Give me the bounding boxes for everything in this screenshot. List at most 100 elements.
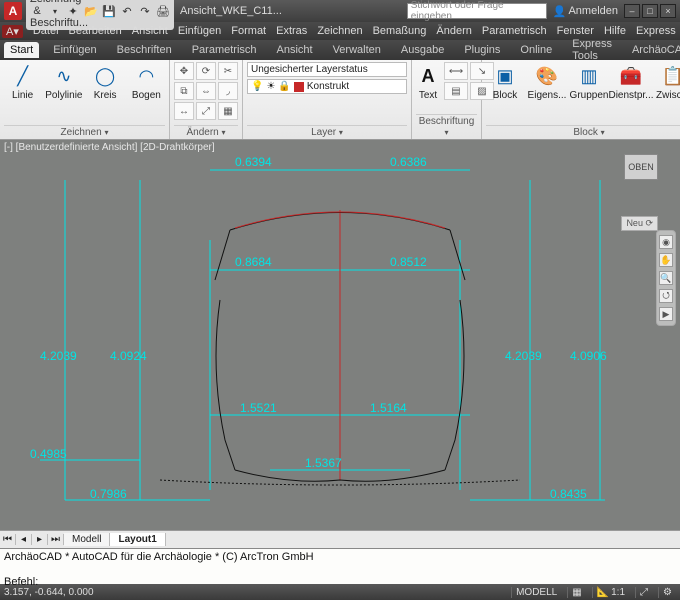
user-icon: 👤 bbox=[553, 5, 567, 18]
dim-h-outer-right: 4.0906 bbox=[570, 349, 607, 363]
stretch-icon[interactable]: ↔ bbox=[174, 102, 194, 120]
panel-aendern: ✥⟳✂ ⧉⇔◞ ↔⤢▦ Ändern ▾ bbox=[170, 60, 243, 139]
tool-groups[interactable]: ▥Gruppen bbox=[570, 62, 608, 101]
menu-datei[interactable]: Datei bbox=[33, 25, 59, 37]
lock-icon: 🔒 bbox=[278, 81, 290, 92]
dim-bl1: 0.4985 bbox=[30, 447, 67, 461]
chevron-down-icon[interactable]: ▾ bbox=[48, 7, 62, 16]
trim-icon[interactable]: ✂ bbox=[218, 62, 238, 80]
drawing-canvas: 0.6394 0.6386 0.8684 0.8512 4.2039 4.092… bbox=[0, 140, 680, 530]
sheet-nav-last[interactable]: ⏭ bbox=[48, 534, 64, 545]
status-bar: 3.157, -0.644, 0.000 MODELL ▦ 📐 1:1 ⤢ ⚙ bbox=[0, 584, 680, 600]
sheet-nav-next[interactable]: ▸ bbox=[32, 534, 48, 545]
tool-polylinie[interactable]: ∿Polylinie bbox=[45, 62, 82, 101]
tab-online[interactable]: Online bbox=[514, 42, 558, 58]
copy-icon[interactable]: ⧉ bbox=[174, 82, 194, 100]
menu-zeichnen[interactable]: Zeichnen bbox=[317, 25, 362, 37]
tab-start[interactable]: Start bbox=[4, 42, 39, 58]
help-search-input[interactable]: Stichwort oder Frage eingeben bbox=[407, 3, 547, 19]
minimize-button[interactable]: – bbox=[624, 4, 640, 18]
command-window[interactable]: ArchäoCAD * AutoCAD für die Archäologie … bbox=[0, 548, 680, 584]
close-button[interactable]: × bbox=[660, 4, 676, 18]
save-icon[interactable]: 💾 bbox=[102, 5, 116, 18]
tab-ansicht[interactable]: Ansicht bbox=[271, 42, 319, 58]
print-icon[interactable]: 🖨 bbox=[156, 5, 170, 18]
app-logo[interactable]: A bbox=[4, 2, 22, 20]
ribbon-tab-bar: Start Einfügen Beschriften Parametrisch … bbox=[0, 40, 680, 60]
tab-archaeocad[interactable]: ArchäoCAD bbox=[626, 42, 680, 58]
block-icon: ▣ bbox=[493, 64, 517, 88]
status-annoscale-icon[interactable]: ⤢ bbox=[635, 587, 652, 598]
rotate-icon[interactable]: ⟳ bbox=[196, 62, 216, 80]
menu-parametrisch[interactable]: Parametrisch bbox=[482, 25, 547, 37]
layer-state-dropdown[interactable]: Ungesicherter Layerstatus bbox=[247, 62, 407, 77]
sheet-tab-layout1[interactable]: Layout1 bbox=[110, 533, 165, 546]
menu-format[interactable]: Format bbox=[231, 25, 266, 37]
menu-extras[interactable]: Extras bbox=[276, 25, 307, 37]
tab-verwalten[interactable]: Verwalten bbox=[327, 42, 387, 58]
tab-einfuegen[interactable]: Einfügen bbox=[47, 42, 102, 58]
tool-utilities[interactable]: 🧰Dienstpr... bbox=[612, 62, 650, 101]
layer-current-dropdown[interactable]: 💡☀🔒 Konstrukt bbox=[247, 79, 407, 94]
dim-bot-small: 1.5367 bbox=[305, 456, 342, 470]
menu-einfuegen[interactable]: Einfügen bbox=[178, 25, 221, 37]
status-coords: 3.157, -0.644, 0.000 bbox=[4, 587, 94, 598]
dimension-icon[interactable]: ⟷ bbox=[444, 62, 468, 80]
status-model-toggle[interactable]: MODELL bbox=[511, 587, 561, 598]
menu-bearbeiten[interactable]: Bearbeiten bbox=[69, 25, 122, 37]
tool-kreis[interactable]: ◯Kreis bbox=[87, 62, 124, 101]
text-icon: A bbox=[416, 64, 440, 88]
tab-plugins[interactable]: Plugins bbox=[458, 42, 506, 58]
tool-clipboard[interactable]: 📋Zwisc... bbox=[654, 62, 680, 101]
document-title: Ansicht_WKE_C11... bbox=[180, 5, 282, 17]
tool-linie[interactable]: ╱Linie bbox=[4, 62, 41, 101]
status-scale[interactable]: 📐 1:1 bbox=[592, 587, 629, 598]
dim-h-inner-right: 4.2039 bbox=[505, 349, 542, 363]
sun-icon: ☀ bbox=[266, 81, 275, 92]
login-button[interactable]: 👤Anmelden bbox=[553, 5, 618, 18]
arc-icon: ◠ bbox=[134, 64, 158, 88]
tab-beschriften[interactable]: Beschriften bbox=[111, 42, 178, 58]
properties-icon: 🎨 bbox=[535, 64, 559, 88]
scale-icon[interactable]: ⤢ bbox=[196, 102, 216, 120]
tab-ausgabe[interactable]: Ausgabe bbox=[395, 42, 450, 58]
app-menu-button[interactable]: A▾ bbox=[2, 25, 23, 38]
utilities-icon: 🧰 bbox=[619, 64, 643, 88]
sheet-tab-bar: ⏮ ◂ ▸ ⏭ Modell Layout1 bbox=[0, 530, 680, 548]
drawing-viewport[interactable]: [-] [Benutzerdefinierte Ansicht] [2D-Dra… bbox=[0, 140, 680, 530]
menu-aendern[interactable]: Ändern bbox=[436, 25, 471, 37]
mirror-icon[interactable]: ⇔ bbox=[196, 82, 216, 100]
panel-beschriftung: AText ⟷↘ ▤▨ Beschriftung ▾ bbox=[412, 60, 482, 139]
tool-properties[interactable]: 🎨Eigens... bbox=[528, 62, 566, 101]
tool-block[interactable]: ▣Block bbox=[486, 62, 524, 101]
dim-mid-left: 0.8684 bbox=[235, 255, 272, 269]
dim-bl2: 0.7986 bbox=[90, 487, 127, 501]
status-gear-icon[interactable]: ⚙ bbox=[658, 587, 676, 598]
table-icon[interactable]: ▤ bbox=[444, 82, 468, 100]
redo-icon[interactable]: ↷ bbox=[138, 5, 152, 18]
sheet-tab-modell[interactable]: Modell bbox=[64, 533, 110, 546]
dim-mid-right: 0.8512 bbox=[390, 255, 427, 269]
status-grid-icon[interactable]: ▦ bbox=[567, 587, 585, 598]
tool-text[interactable]: AText bbox=[416, 62, 440, 101]
tool-bogen[interactable]: ◠Bogen bbox=[128, 62, 165, 101]
sheet-nav-prev[interactable]: ◂ bbox=[16, 534, 32, 545]
open-icon[interactable]: 📂 bbox=[84, 5, 98, 18]
menu-bemassung[interactable]: Bemaßung bbox=[373, 25, 427, 37]
panel-block: ▣Block 🎨Eigens... ▥Gruppen 🧰Dienstpr... … bbox=[482, 60, 680, 139]
move-icon[interactable]: ✥ bbox=[174, 62, 194, 80]
dim-br: 0.8435 bbox=[550, 487, 587, 501]
sheet-nav-first[interactable]: ⏮ bbox=[0, 534, 16, 545]
undo-icon[interactable]: ↶ bbox=[120, 5, 134, 18]
menu-express[interactable]: Express bbox=[636, 25, 676, 37]
fillet-icon[interactable]: ◞ bbox=[218, 82, 238, 100]
array-icon[interactable]: ▦ bbox=[218, 102, 238, 120]
new-icon[interactable]: ✦ bbox=[66, 5, 80, 18]
clipboard-icon: 📋 bbox=[661, 64, 680, 88]
menu-ansicht[interactable]: Ansicht bbox=[132, 25, 168, 37]
panel-zeichnen: ╱Linie ∿Polylinie ◯Kreis ◠Bogen Zeichnen… bbox=[0, 60, 170, 139]
maximize-button[interactable]: □ bbox=[642, 4, 658, 18]
dim-top-left: 0.6394 bbox=[235, 155, 272, 169]
dim-low-left: 1.5521 bbox=[240, 401, 277, 415]
tab-parametrisch[interactable]: Parametrisch bbox=[186, 42, 263, 58]
